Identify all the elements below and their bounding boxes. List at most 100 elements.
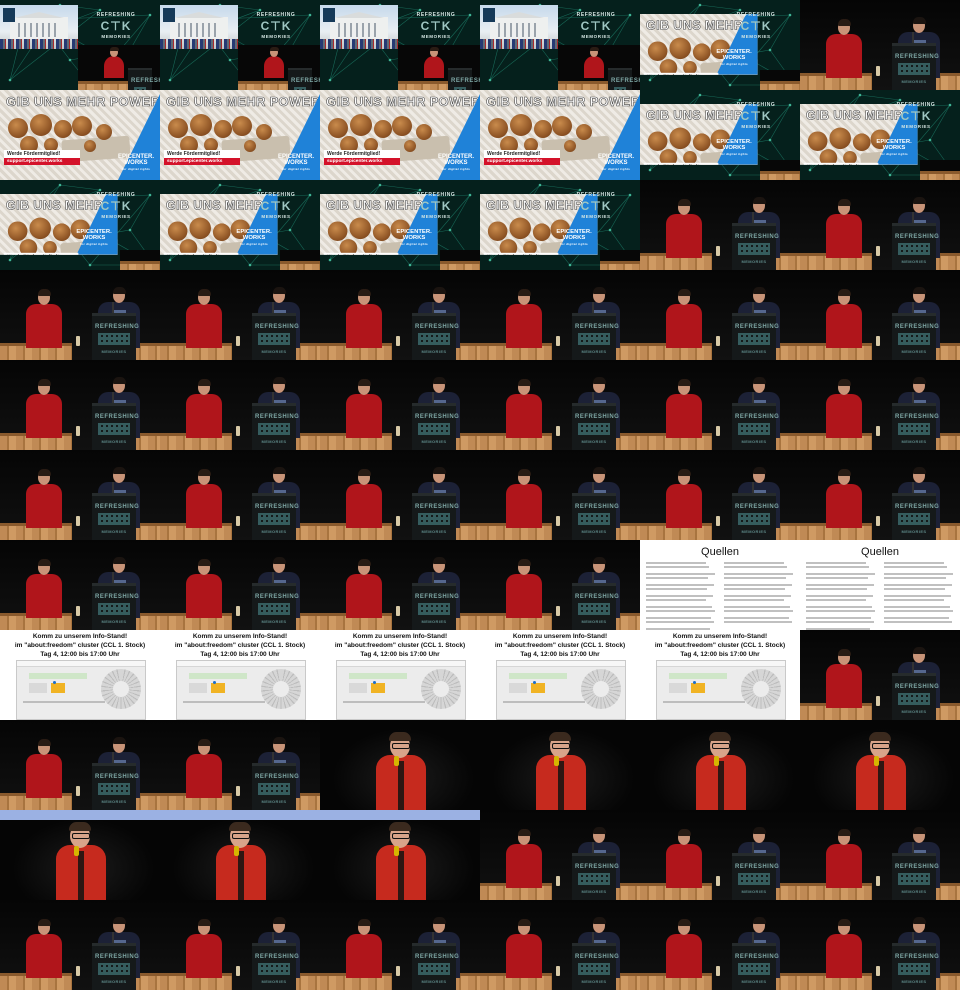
lectern: REFRESHING MEMORIES [892,673,940,720]
thumbnail-stage-speakers[interactable]: REFRESHING MEMORIES [160,450,320,540]
thumbnail-stage-speakers[interactable]: REFRESHING MEMORIES [320,360,480,450]
venue-map [176,660,306,720]
thumbnail-ad[interactable]: GIB UNS MEHR POWER! Werde Fördermitglied… [480,90,640,180]
thumbnail-stage-speakers[interactable]: REFRESHING MEMORIES [800,360,960,450]
thumbnail-ad-inset[interactable]: GIB UNS MEHR POWER! Werde Fördermitglied… [480,180,640,270]
speaker-red-shirt [26,379,62,438]
thumbnail-slide-info-stand[interactable]: Komm zu unserem Info-Stand! im "about:fre… [320,630,480,720]
speaker-red-shirt [506,919,542,978]
thumbnail-stage-speakers[interactable]: REFRESHING MEMORIES [160,540,320,630]
lectern-text-refreshing: REFRESHING [895,684,940,690]
lectern-logo [418,963,450,975]
thumbnail-qa-speaker[interactable] [320,720,480,810]
thumbnail-stage-speakers[interactable]: REFRESHING MEMORIES [0,450,160,540]
thumbnail-stage-speakers[interactable]: REFRESHING MEMORIES [800,450,960,540]
thumbnail-slide-info-stand[interactable]: Komm zu unserem Info-Stand! im "about:fre… [640,630,800,720]
thumbnail-slide-info-stand[interactable]: Komm zu unserem Info-Stand! im "about:fre… [0,630,160,720]
lectern-text-memories: MEMORIES [901,709,927,714]
thumbnail-stage-speakers[interactable]: REFRESHING MEMORIES [480,450,640,540]
lectern: REFRESHING MEMORIES [412,493,460,540]
thumbnail-stage-speakers[interactable]: REFRESHING MEMORIES [480,360,640,450]
thumbnail-ad[interactable]: GIB UNS MEHR POWER! Werde Fördermitglied… [160,90,320,180]
lectern-text-refreshing: REFRESHING [415,504,460,510]
speaker-red-shirt [584,47,604,78]
thumbnail-ad-inset[interactable]: GIB UNS MEHR POWER! Werde Fördermitglied… [800,90,960,180]
speaker-red-shirt [346,289,382,348]
thumbnail-stage-speakers[interactable]: REFRESHING MEMORIES [640,900,800,990]
thumbnail-stage-speakers[interactable]: REFRESHING MEMORIES [800,630,960,720]
speaker-red-shirt [186,739,222,798]
thumbnail-stage-speakers[interactable]: REFRESHING MEMORIES [320,450,480,540]
thumbnail-stage-speakers[interactable]: REFRESHING MEMORIES [800,810,960,900]
ad-headline: GIB UNS MEHR POWER! [326,94,480,110]
thumbnail-ad-inset[interactable]: GIB UNS MEHR POWER! Werde Fördermitglied… [640,0,800,90]
thumbnail-intro-parliament[interactable]: REFRESHING C⊤K MEMORIES REFRESHING MEMOR… [160,0,320,90]
lectern-text-memories: MEMORIES [741,439,767,444]
thumbnail-stage-speakers[interactable]: REFRESHING MEMORIES [800,180,960,270]
thumbnail-stage-speakers[interactable]: REFRESHING MEMORIES [0,270,160,360]
thumbnail-stage-speakers[interactable]: REFRESHING MEMORIES [480,810,640,900]
speaker-red-shirt [26,559,62,618]
thumbnail-intro-parliament[interactable]: REFRESHING C⊤K MEMORIES REFRESHING MEMOR… [0,0,160,90]
lectern-text-memories: MEMORIES [901,889,927,894]
thumbnail-stage-speakers[interactable]: REFRESHING MEMORIES [160,270,320,360]
thumbnail-stage-speakers[interactable]: REFRESHING MEMORIES [160,900,320,990]
lectern-logo [98,513,130,525]
thumbnail-qa-speaker[interactable] [480,720,640,810]
thumbnail-stage-speakers[interactable]: REFRESHING MEMORIES [160,720,320,810]
camera-inset [440,250,480,270]
thumbnail-stage-speakers[interactable]: REFRESHING MEMORIES [640,450,800,540]
thumbnail-qa-speaker[interactable] [800,720,960,810]
thumbnail-ad-inset[interactable]: GIB UNS MEHR POWER! Werde Fördermitglied… [160,180,320,270]
refreshing-memories-logo: REFRESHING C⊤K MEMORIES [256,192,296,219]
thumbnail-slide-quellen[interactable]: Quellen [640,540,800,630]
thumbnail-stage-speakers[interactable]: REFRESHING MEMORIES [480,270,640,360]
thumbnail-stage-speakers[interactable]: REFRESHING MEMORIES [640,270,800,360]
thumbnail-qa-speaker[interactable] [640,720,800,810]
refreshing-memories-logo: REFRESHING C⊤K MEMORIES [416,192,456,219]
thumbnail-stage-speakers[interactable]: REFRESHING MEMORIES [320,270,480,360]
thumbnail-qa-speaker[interactable] [320,810,480,900]
thumbnail-stage-speakers[interactable]: REFRESHING MEMORIES [0,540,160,630]
thumbnail-stage-speakers[interactable]: REFRESHING MEMORIES [800,900,960,990]
thumbnail-stage-speakers[interactable]: REFRESHING MEMORIES [320,900,480,990]
thumbnail-stage-speakers[interactable]: REFRESHING MEMORIES [0,900,160,990]
epicenter-logo: EPICENTER. WORKS for digital rights [716,49,752,66]
thumbnail-stage-speakers[interactable]: REFRESHING MEMORIES [640,360,800,450]
thumbnail-intro-parliament[interactable]: REFRESHING C⊤K MEMORIES REFRESHING MEMOR… [320,0,480,90]
lectern: REFRESHING MEMORIES [892,493,939,540]
ad-cta-line1: Werde Fördermitglied! [647,74,699,75]
thumbnail-slide-info-stand[interactable]: Komm zu unserem Info-Stand! im "about:fre… [160,630,320,720]
thumbnail-stage-speakers[interactable]: REFRESHING MEMORIES [480,540,640,630]
thumbnail-stage-speakers[interactable]: REFRESHING MEMORIES [320,540,480,630]
speaker-red-shirt [826,649,862,708]
thumbnail-ad-inset[interactable]: GIB UNS MEHR POWER! Werde Fördermitglied… [640,90,800,180]
lectern-logo [738,963,770,975]
lectern-text-refreshing: REFRESHING [895,414,940,420]
ad-cta-line1: Werde Fördermitglied! [647,164,699,165]
thumbnail-qa-speaker[interactable] [160,810,320,900]
thumbnail-intro-parliament[interactable]: REFRESHING C⊤K MEMORIES REFRESHING MEMOR… [480,0,640,90]
lectern-logo [98,423,130,435]
thumbnail-ad[interactable]: GIB UNS MEHR POWER! Werde Fördermitglied… [320,90,480,180]
thumbnail-stage-speakers[interactable]: REFRESHING MEMORIES [640,180,800,270]
thumbnail-stage-speakers[interactable]: REFRESHING MEMORIES [0,720,160,810]
thumbnail-stage-speakers[interactable]: REFRESHING MEMORIES [160,360,320,450]
ad-headline: GIB UNS MEHR POWER! [6,94,160,110]
thumbnail-qa-speaker[interactable] [0,810,160,900]
thumbnail-stage-speakers[interactable]: REFRESHING MEMORIES [0,360,160,450]
thumbnail-ad[interactable]: GIB UNS MEHR POWER! Werde Fördermitglied… [0,90,160,180]
thumbnail-stage-speakers[interactable]: REFRESHING MEMORIES [800,0,960,90]
thumbnail-stage-speakers[interactable]: REFRESHING MEMORIES [480,900,640,990]
thumbnail-ad-inset[interactable]: GIB UNS MEHR POWER! Werde Fördermitglied… [320,180,480,270]
parliament-photo [480,5,558,49]
lectern-text-memories: MEMORIES [741,889,767,894]
thumbnail-slide-quellen[interactable]: Quellen [800,540,960,630]
thumbnail-stage-speakers[interactable]: REFRESHING MEMORIES [800,270,960,360]
thumbnail-stage-speakers[interactable]: REFRESHING MEMORIES [640,810,800,900]
thumbnail-ad-inset[interactable]: GIB UNS MEHR POWER! Werde Fördermitglied… [0,180,160,270]
thumbnail-slide-info-stand[interactable]: Komm zu unserem Info-Stand! im "about:fre… [480,630,640,720]
lectern-text-refreshing: REFRESHING [735,414,780,420]
lectern-text-memories: MEMORIES [261,979,287,984]
lectern-text-memories: MEMORIES [261,619,287,624]
